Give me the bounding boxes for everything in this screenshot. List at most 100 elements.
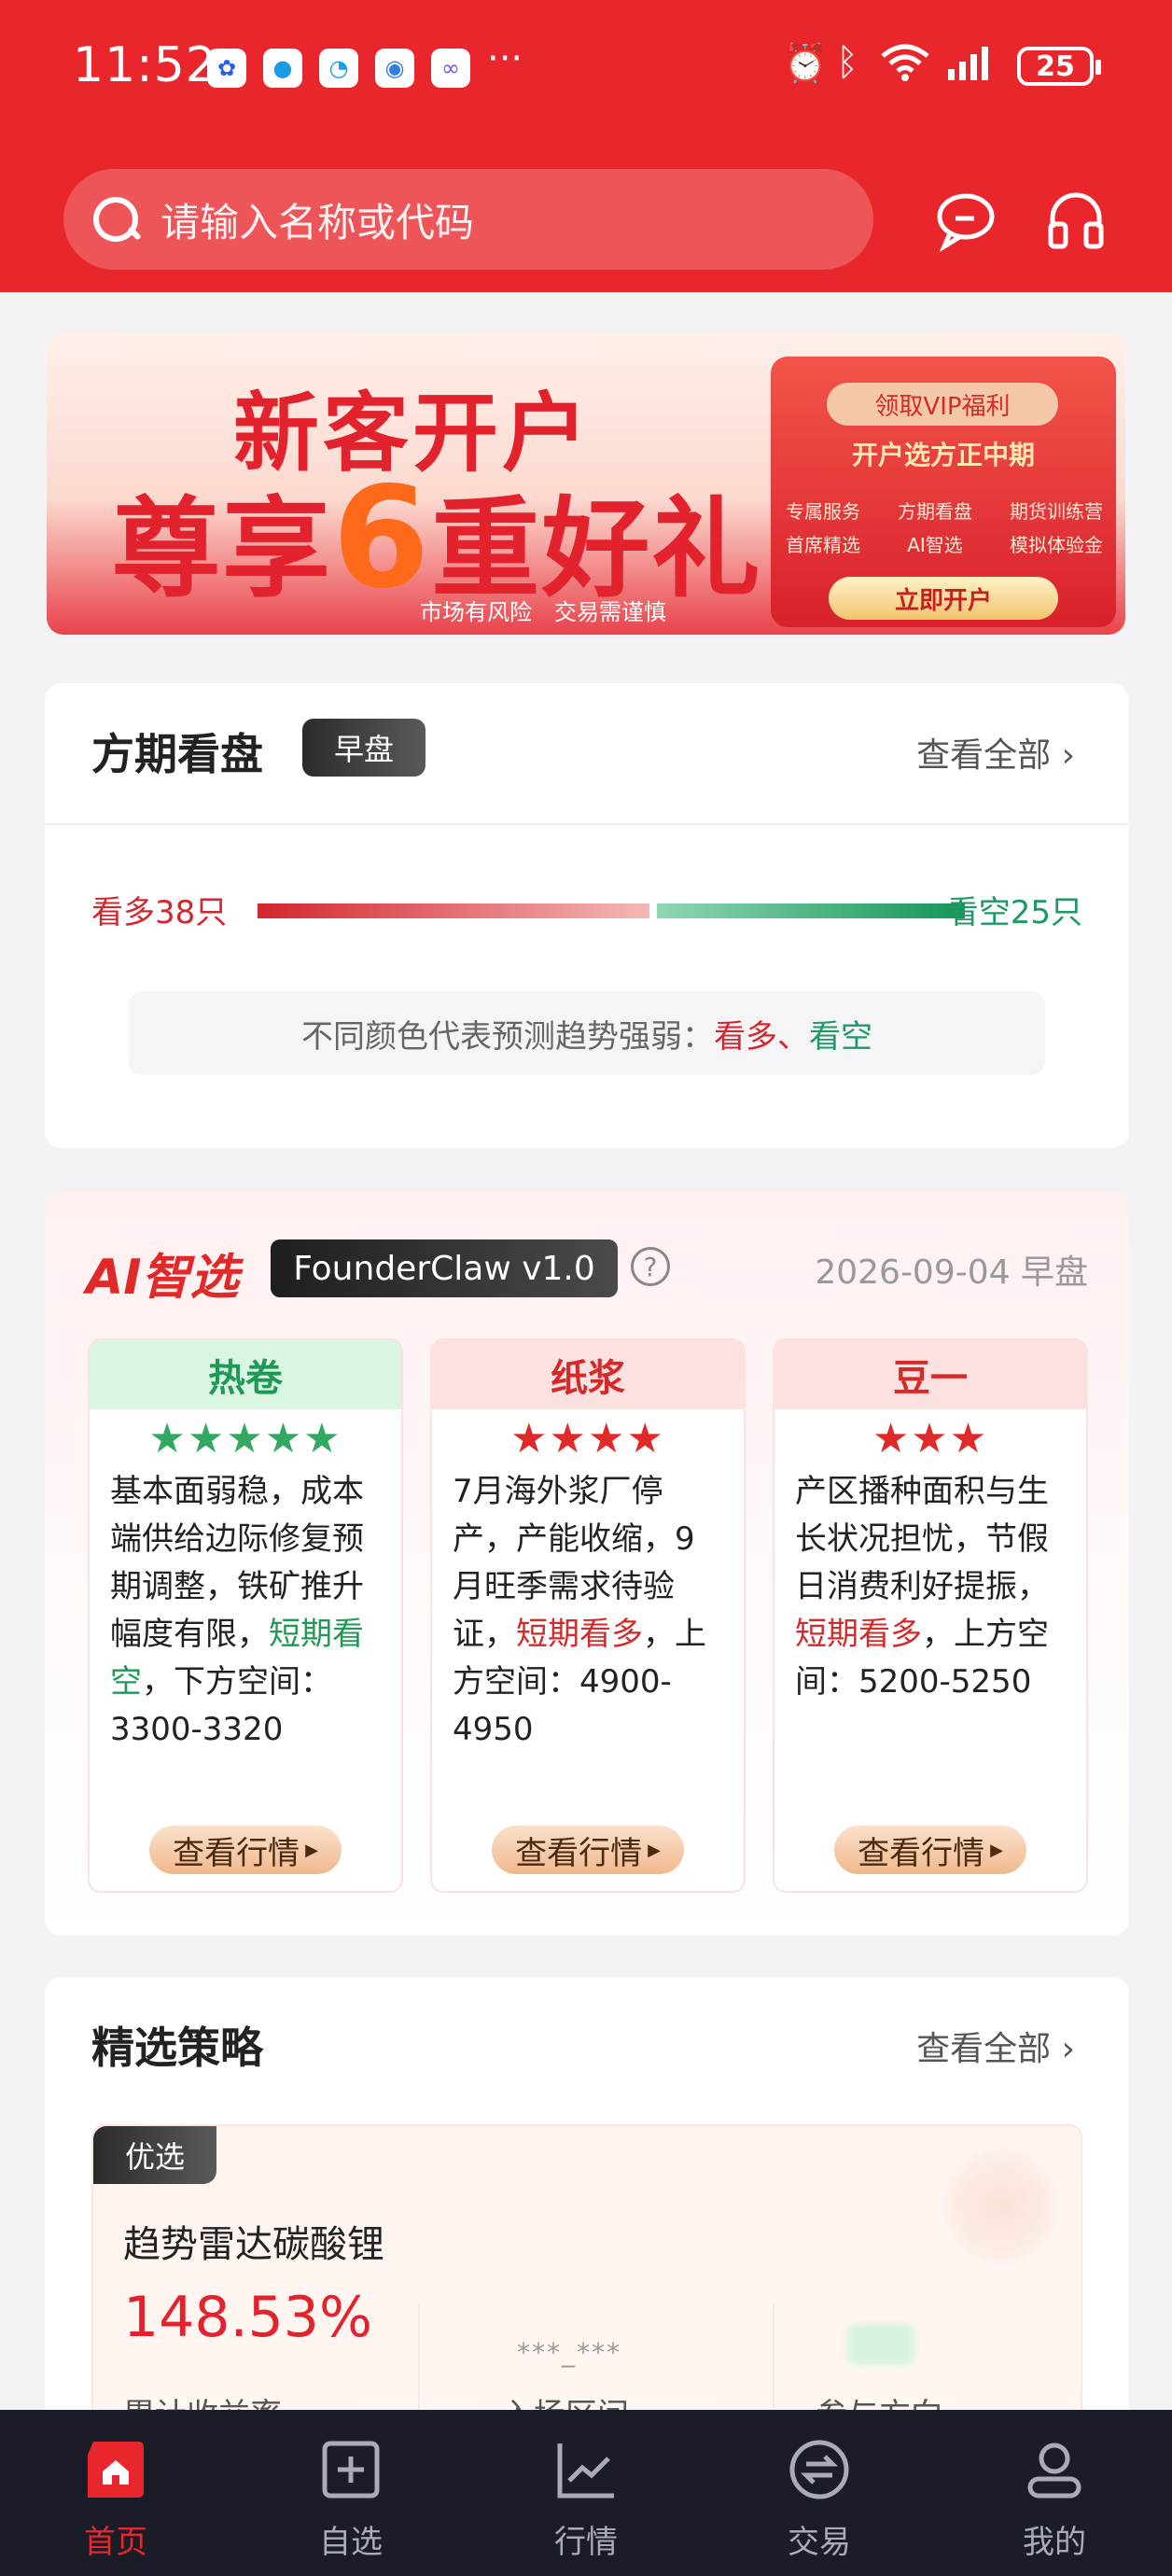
- session-badge[interactable]: 早盘: [302, 719, 426, 777]
- tab-profile[interactable]: 我的: [961, 2410, 1148, 2576]
- signal-text: 短期看多: [795, 1616, 922, 1653]
- analysis-text: 产区播种面积与生长状况担忧，节假日消费利好提振，: [795, 1473, 1049, 1605]
- risk-disclaimer: 市场有风险 交易需谨慎: [420, 599, 666, 625]
- button-label: 查看行情: [173, 1834, 300, 1872]
- camera-notification-icon: ◉: [375, 49, 414, 88]
- bluetooth-icon: ᛒ: [836, 41, 858, 84]
- divider: [773, 2303, 774, 2415]
- ai-pick-card: AI智选 FounderClaw v1.0 ? 2026-09-04 早盘 热卷…: [45, 1191, 1129, 1936]
- top-header: 11:52 ✿ ● ◔ ◉ ∞ ··· ⏰ ᛒ 25 请输入名称或代码: [0, 0, 1172, 292]
- chevron-right-icon: ›: [1051, 2030, 1075, 2068]
- tab-market[interactable]: 行情: [493, 2410, 679, 2576]
- pick-card-pulp[interactable]: 纸浆 ★★★★ 7月海外浆厂停产，产能收缩，9月旺季需求待验证，短期看多，上方空…: [430, 1338, 746, 1893]
- profile-icon: [1023, 2438, 1086, 2501]
- pick-name: 豆一: [774, 1340, 1086, 1409]
- rating-stars-icon: ★★★★★: [148, 1415, 342, 1463]
- button-label: 查看行情: [858, 1834, 985, 1872]
- rating-stars-icon: ★★★: [872, 1415, 989, 1463]
- vip-welfare-tag: 领取VIP福利: [827, 383, 1058, 426]
- pick-analysis: 基本面弱稳，成本端供给边际修复预期调整，铁矿推升幅度有限，短期看空，下方空间：3…: [90, 1463, 401, 1754]
- chat-notification-icon: ●: [263, 49, 302, 88]
- rating-stars-icon: ★★★★: [510, 1415, 665, 1463]
- medal-icon: [941, 2145, 1062, 2266]
- caret-right-icon: ▶: [305, 1840, 318, 1860]
- strategy-card: 精选策略 查看全部 › 优选 趋势雷达碳酸锂 148.53% 累计收益率 ***…: [45, 1977, 1129, 2462]
- cumulative-return: 148.53%: [123, 2285, 372, 2350]
- tab-label: 自选: [319, 2524, 383, 2561]
- view-quote-button[interactable]: 查看行情 ▶: [834, 1826, 1026, 1874]
- strategy-see-all[interactable]: 查看全部 ›: [916, 2022, 1075, 2070]
- banner-gift-count: 6: [332, 457, 432, 620]
- feature-item: AI智选: [907, 534, 963, 556]
- bear-strength-bar: [657, 903, 965, 918]
- hint-bear: 看空: [809, 1017, 872, 1056]
- tab-label: 行情: [554, 2524, 618, 2561]
- button-label: 查看行情: [515, 1834, 643, 1872]
- hint-bull: 看多: [714, 1017, 777, 1056]
- see-all-label: 查看全部: [916, 736, 1052, 775]
- strategy-item[interactable]: 优选 趋势雷达碳酸锂 148.53% 累计收益率 ***_*** 入场区间 参与…: [91, 2124, 1082, 2442]
- range-text: ，下方空间：3300-3320: [110, 1663, 332, 1748]
- promo-banner[interactable]: 新客开户 尊享6重好礼 市场有风险 交易需谨慎 领取VIP福利 开户选方正中期 …: [47, 332, 1125, 635]
- status-bar: 11:52 ✿ ● ◔ ◉ ∞ ··· ⏰ ᛒ 25: [0, 0, 1172, 131]
- featured-tag: 优选: [93, 2126, 216, 2184]
- home-icon: [84, 2438, 147, 2501]
- view-quote-button[interactable]: 查看行情 ▶: [149, 1826, 342, 1874]
- status-time: 11:52: [73, 37, 217, 93]
- feature-item: 首席精选: [786, 534, 860, 556]
- message-notification-icon: ◔: [319, 49, 358, 88]
- entry-range-masked: ***_***: [517, 2337, 621, 2368]
- pick-card-hot-coil[interactable]: 热卷 ★★★★★ 基本面弱稳，成本端供给边际修复预期调整，铁矿推升幅度有限，短期…: [88, 1338, 403, 1893]
- bear-count: 看空25只: [946, 894, 1082, 931]
- feature-item: 专属服务: [786, 500, 860, 523]
- bull-strength-bar: [258, 903, 649, 918]
- strategy-title: 精选策略: [91, 2023, 263, 2073]
- bottom-tab-bar: 首页 自选 行情 交易 我的: [0, 2410, 1172, 2576]
- caret-right-icon: ▶: [648, 1840, 661, 1860]
- view-quote-button[interactable]: 查看行情 ▶: [492, 1826, 684, 1874]
- ai-pick-logo: AI智选: [86, 1250, 239, 1306]
- search-bar[interactable]: 请输入名称或代码: [63, 169, 873, 270]
- market-view-see-all[interactable]: 查看全部 ›: [916, 728, 1075, 777]
- gift-envelope: 领取VIP福利 开户选方正中期 专属服务 方期看盘 期货训练营 首席精选 AI智…: [771, 357, 1116, 627]
- ai-pick-date: 2026-09-04 早盘: [815, 1253, 1088, 1292]
- bull-count: 看多38只: [91, 894, 228, 931]
- see-all-label: 查看全部: [916, 2030, 1052, 2068]
- help-icon[interactable]: ?: [631, 1247, 670, 1286]
- search-icon: [91, 195, 140, 244]
- feature-item: 模拟体验金: [1010, 534, 1103, 556]
- wifi-icon: [877, 41, 933, 91]
- caret-right-icon: ▶: [990, 1840, 1003, 1860]
- tab-trade[interactable]: 交易: [726, 2410, 913, 2576]
- feature-row-1: 专属服务 方期看盘 期货训练营: [786, 497, 1103, 524]
- add-watchlist-icon: [319, 2438, 383, 2501]
- tab-home[interactable]: 首页: [22, 2410, 209, 2576]
- app-notification-icon: ✿: [207, 49, 246, 88]
- color-legend-hint: 不同颜色代表预测趋势强弱： 看多、看空: [129, 991, 1045, 1075]
- model-version-badge: FounderClaw v1.0: [271, 1239, 618, 1297]
- feature-row-2: 首席精选 AI智选 模拟体验金: [786, 530, 1103, 557]
- headset-icon[interactable]: [1043, 187, 1109, 252]
- tab-label: 我的: [1023, 2524, 1086, 2561]
- open-account-button[interactable]: 立即开户: [829, 577, 1058, 620]
- alarm-icon: ⏰: [782, 42, 829, 85]
- battery-icon: 25: [1017, 47, 1101, 86]
- chart-line-icon: [554, 2438, 618, 2501]
- divider: [45, 823, 1129, 825]
- pick-analysis: 产区播种面积与生长状况担忧，节假日消费利好提振，短期看多，上方空间：5200-5…: [774, 1463, 1086, 1706]
- pick-card-soybean[interactable]: 豆一 ★★★ 产区播种面积与生长状况担忧，节假日消费利好提振，短期看多，上方空间…: [773, 1338, 1088, 1893]
- market-view-card: 方期看盘 早盘 查看全部 › 看多38只 看空25只 不同颜色代表预测趋势强弱：…: [45, 683, 1129, 1148]
- message-icon[interactable]: [933, 187, 998, 253]
- battery-level: 25: [1036, 49, 1075, 83]
- app2-notification-icon: ∞: [431, 49, 470, 88]
- search-input[interactable]: 请输入名称或代码: [160, 191, 474, 248]
- market-view-title: 方期看盘: [91, 729, 263, 779]
- hint-text: 不同颜色代表预测趋势强弱：: [301, 1017, 714, 1056]
- tab-label: 交易: [788, 2524, 851, 2561]
- direction-masked: [847, 2324, 914, 2365]
- banner-line2-a: 尊享: [112, 486, 332, 612]
- strategy-name: 趋势雷达碳酸锂: [123, 2223, 384, 2266]
- pick-analysis: 7月海外浆厂停产，产能收缩，9月旺季需求待验证，短期看多，上方空间：4900-4…: [432, 1463, 744, 1754]
- tab-watchlist[interactable]: 自选: [258, 2410, 444, 2576]
- tab-label: 首页: [84, 2524, 147, 2561]
